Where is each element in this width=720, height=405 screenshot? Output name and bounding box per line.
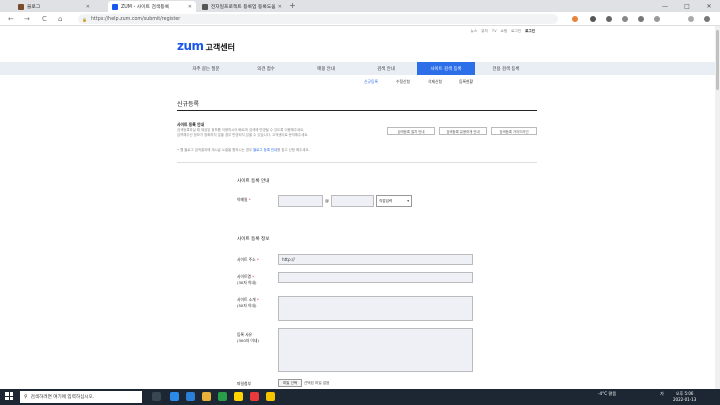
zum-logo[interactable]: zum 고객센터 [177,39,235,53]
new-tab-button[interactable]: + [289,1,296,11]
gnb-feedback[interactable]: 의견 접수 [237,62,295,75]
file-label: 파일첨부 [237,381,251,386]
register-guideline-button[interactable]: 검색등록 가이드라인 [491,127,537,135]
profile-avatar[interactable] [688,16,694,22]
util-link[interactable]: 로그인 [525,29,535,34]
edge-icon[interactable] [170,392,179,401]
favicon-icon [18,3,24,10]
page-content: 뉴스 뮤직 TV 쇼핑 로그인 로그인 zum 고객센터 자주 묻는 질문 의견… [0,26,720,389]
blog-register-link[interactable]: 블로그 등록 안내 [253,148,277,152]
minimize-button[interactable]: — [654,0,676,12]
util-link[interactable]: 뉴스 [471,29,478,34]
app-icon[interactable] [218,392,227,401]
lnb-modify[interactable]: 수정신청 [396,79,410,85]
more-menu-icon[interactable] [704,16,710,22]
at-sign: @ [325,198,329,203]
back-button[interactable]: ← [8,14,14,24]
tab-blog[interactable]: 블로그 ✕ [14,1,94,12]
gnb-site-register[interactable]: 사이트 검색 등록 [417,62,475,75]
scrollbar-thumb[interactable] [716,30,719,90]
site-desc-label: 사이트 소개 * (50자 이내) [237,297,259,308]
register-process-button[interactable]: 검색등록 절차 안내 [387,127,435,135]
favorites-icon[interactable] [622,16,628,22]
system-clock[interactable]: 오후 5:06 2022-01-13 [673,391,696,402]
util-link[interactable]: 로그인 [511,29,521,34]
title-divider [177,110,537,111]
browser-tab-bar: 블로그 ✕ ZUM - 사이트 검색등록 ✕ 전자일프로젝트 등록업 등록도움말… [0,0,720,12]
register-tips-button[interactable]: 검색등록 유용하게 안내 [439,127,487,135]
search-icon: ⚲ [24,394,28,400]
app-icon[interactable] [250,392,259,401]
extensions-icon[interactable] [654,16,660,22]
lnb-new[interactable]: 신규등록 [364,79,378,85]
close-window-button[interactable]: ✕ [698,0,720,12]
file-explorer-icon[interactable] [202,392,211,401]
home-button[interactable]: ⌂ [58,14,62,24]
main-navigation: 자주 묻는 질문 의견 접수 매핑 안내 검색 안내 사이트 검색 등록 전용 … [0,62,720,75]
util-link[interactable]: TV [492,29,497,34]
site-desc-textarea[interactable] [278,296,473,321]
tab-zum[interactable]: ZUM - 사이트 검색등록 ✕ [108,1,196,12]
collections-icon[interactable] [638,16,644,22]
sub-navigation: 신규등록 수정신청 삭제신청 등록현황 [0,79,720,87]
lnb-status[interactable]: 등록현황 [459,79,473,85]
extension-icon[interactable] [606,16,612,22]
kakao-icon[interactable] [234,392,243,401]
page-title: 신규등록 [177,101,200,108]
site-url-input[interactable]: http:// [278,254,473,265]
info-text: 검색등록하실 때 제공된 정보를 이용하시어 빠르게 검색에 반영될 수 있도록… [177,128,309,137]
browser-toolbar: ← → C ⌂ 🔒 https://help.zum.com/submit/re… [0,12,720,26]
close-tab-icon[interactable]: ✕ [86,4,90,10]
email-domain-input[interactable] [331,195,374,207]
section-title-site-info: 사이트 등록 정보 [237,237,270,242]
url-text: https://help.zum.com/submit/register [90,16,181,22]
zum-favicon-icon [112,3,118,10]
email-domain-select[interactable]: 직접입력 ▾ [376,195,412,207]
file-select-button[interactable]: 파일 선택 [278,379,302,387]
lnb-delete[interactable]: 삭제신청 [428,79,442,85]
extension-icon[interactable] [572,16,578,22]
gnb-dedicated-register[interactable]: 전용 검색 등록 [477,62,535,75]
task-view-icon[interactable] [152,392,161,401]
address-bar[interactable]: 🔒 https://help.zum.com/submit/register [78,14,558,24]
site-name-label: 사이트명 * (30자 이내) [237,274,257,285]
windows-taskbar: ⚲ 검색하려면 여기에 입력하십시오. -4°C 맑음 가 오후 5:06 20… [0,389,720,405]
util-link[interactable]: 뮤직 [481,29,488,34]
tab-third[interactable]: 전자일프로젝트 등록업 등록도움말 1... ✕ [198,1,286,12]
email-id-input[interactable] [278,195,323,207]
app-icon[interactable] [186,392,195,401]
taskbar-search[interactable]: ⚲ 검색하려면 여기에 입력하십시오. [20,391,142,403]
section-divider [177,162,537,163]
email-label: 이메일 * [237,197,251,202]
weather-text[interactable]: -4°C 맑음 [598,391,616,397]
maximize-button[interactable]: □ [676,0,698,12]
utility-links: 뉴스 뮤직 TV 쇼핑 로그인 로그인 [471,29,535,34]
lock-icon: 🔒 [82,16,87,22]
ime-indicator[interactable]: 가 [660,391,664,397]
windows-start-icon[interactable] [5,392,13,400]
gnb-search-guide[interactable]: 검색 안내 [357,62,415,75]
chevron-down-icon: ▾ [407,199,409,203]
reason-label: 등록 사유 (300자 이내) [237,332,259,343]
file-status: 선택된 파일 없음 [304,381,330,385]
forward-button[interactable]: → [24,14,30,24]
close-tab-icon[interactable]: ✕ [278,4,282,10]
favicon-icon [202,3,208,10]
site-url-label: 사이트 주소 * [237,257,259,262]
blog-note: • 웹 블로그 검색결과에 게시글 노출을 원하시는 경우 블로그 등록 안내를… [177,148,310,152]
gnb-mapping[interactable]: 매핑 안내 [297,62,355,75]
reason-textarea[interactable] [278,328,473,372]
reload-button[interactable]: C [42,14,47,24]
util-link[interactable]: 쇼핑 [501,29,508,34]
section-title-info: 사이트 등록 안내 [237,179,270,184]
app-icon[interactable] [266,392,275,401]
extension-icon[interactable] [590,16,596,22]
site-name-input[interactable] [278,272,473,283]
close-tab-icon[interactable]: ✕ [188,4,192,10]
gnb-faq[interactable]: 자주 묻는 질문 [177,62,235,75]
